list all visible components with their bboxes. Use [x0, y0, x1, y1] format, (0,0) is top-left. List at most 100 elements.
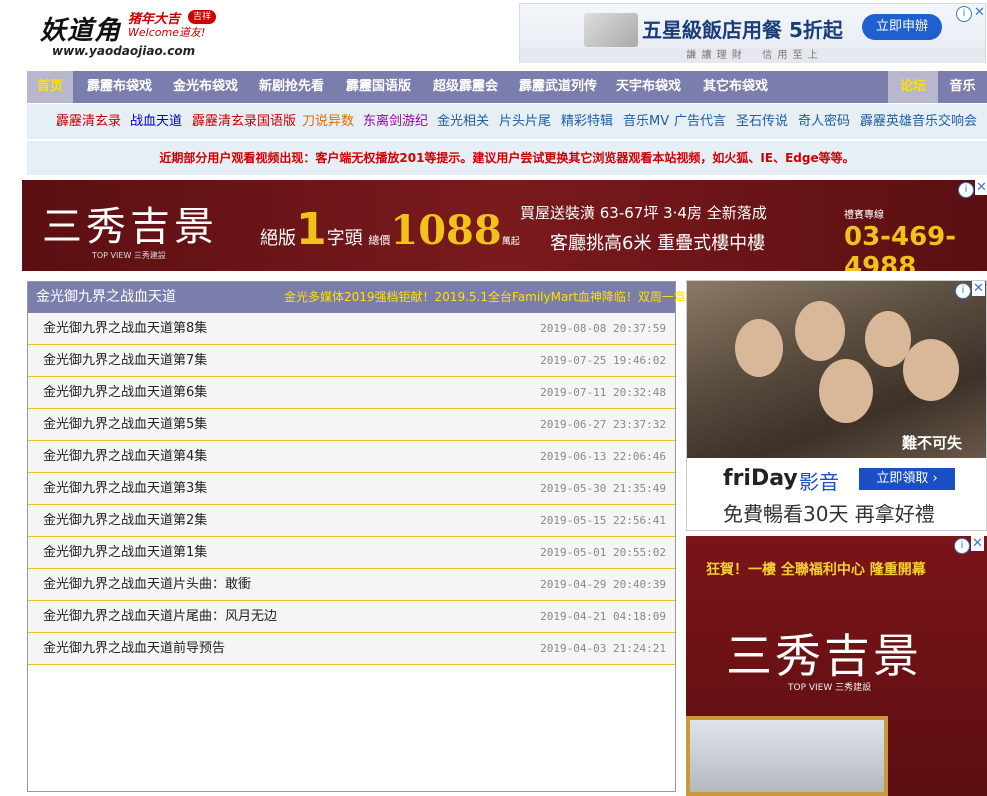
- episode-title-link[interactable]: 金光御九界之战血天道第2集: [43, 505, 207, 536]
- top-ad-apply-button[interactable]: 立即申辦: [862, 14, 942, 40]
- actor-face: [819, 359, 873, 423]
- list-item[interactable]: 金光御九界之战血天道前导预告 2019-04-03 21:24:21: [28, 633, 675, 665]
- top-ad-text: 五星級飯店用餐 5折起: [642, 18, 843, 42]
- subnav-item[interactable]: 霹靂清玄录: [56, 104, 121, 139]
- ad-info-icon[interactable]: i: [954, 538, 970, 554]
- nav-item-new-drama[interactable]: 新剧抢先看: [259, 71, 324, 103]
- episode-rows: 金光御九界之战血天道第8集 2019-08-08 20:37:59 金光御九界之战血…: [28, 313, 675, 665]
- banner-mid-after: 字頭: [326, 228, 363, 249]
- top-banner-ad[interactable]: 五星級飯店用餐 5折起 立即申辦 謙 讓 理 財 信 用 至 上 i ✕: [519, 3, 986, 63]
- ad-close-icon[interactable]: ✕: [974, 5, 985, 20]
- site-logo[interactable]: 妖道角 猪年大吉 吉祥 Welcome道友! www.yaodaojiao.co…: [40, 8, 240, 64]
- subnav-item[interactable]: 精彩特辑: [561, 104, 613, 139]
- subnav-item[interactable]: 圣石传说: [736, 104, 788, 139]
- friday-logo: friDay: [723, 466, 798, 491]
- list-item[interactable]: 金光御九界之战血天道片头曲：敢衝 2019-04-29 20:40:39: [28, 569, 675, 601]
- episode-title-link[interactable]: 金光御九界之战血天道前导预告: [43, 633, 225, 664]
- episode-title-link[interactable]: 金光御九界之战血天道第4集: [43, 441, 207, 472]
- list-item[interactable]: 金光御九界之战血天道片尾曲：风月无边 2019-04-21 04:18:09: [28, 601, 675, 633]
- episode-title-link[interactable]: 金光御九界之战血天道第3集: [43, 473, 207, 504]
- ad-info-icon[interactable]: i: [956, 6, 972, 22]
- banner-price: 1088: [390, 207, 502, 254]
- ad1-claim-button[interactable]: 立即領取 ›: [859, 468, 955, 490]
- logo-url: www.yaodaojiao.com: [52, 44, 196, 58]
- list-item[interactable]: 金光御九界之战血天道第3集 2019-05-30 21:35:49: [28, 473, 675, 505]
- banner-title: 三秀吉景: [42, 204, 218, 250]
- episode-title-link[interactable]: 金光御九界之战血天道片头曲：敢衝: [43, 569, 251, 600]
- episode-date: 2019-04-29 20:40:39: [540, 578, 666, 591]
- subnav-item[interactable]: 东离剑游纪: [363, 104, 428, 139]
- nav-item-pili-mandarin[interactable]: 霹靂国语版: [346, 71, 411, 103]
- actor-face: [903, 339, 959, 401]
- logo-name: 妖道角: [40, 16, 122, 46]
- list-title[interactable]: 金光御九界之战血天道: [36, 282, 176, 313]
- banner-line-2: 客廳挑高6米 重疊式樓中樓: [550, 233, 766, 254]
- episode-title-link[interactable]: 金光御九界之战血天道第8集: [43, 313, 207, 344]
- subnav-item[interactable]: 刀说异数: [302, 104, 354, 139]
- subnav-item[interactable]: 片头片尾: [499, 104, 551, 139]
- episode-list-panel: 金光御九界之战血天道 金光多媒体2019强档钜献！2019.5.1全台Famil…: [27, 281, 686, 792]
- episode-date: 2019-07-11 20:32:48: [540, 386, 666, 399]
- list-item[interactable]: 金光御九界之战血天道第1集 2019-05-01 20:55:02: [28, 537, 675, 569]
- list-item[interactable]: 金光御九界之战血天道第4集 2019-06-13 22:06:46: [28, 441, 675, 473]
- subnav-item[interactable]: 霹靂英雄音乐交响会: [860, 104, 977, 139]
- subnav-item[interactable]: 音乐MV: [623, 104, 669, 139]
- list-item[interactable]: 金光御九界之战血天道第6集 2019-07-11 20:32:48: [28, 377, 675, 409]
- list-marquee: 金光多媒体2019强档钜献！2019.5.1全台FamilyMart血神降临！双…: [284, 290, 686, 304]
- episode-title-link[interactable]: 金光御九界之战血天道第1集: [43, 537, 207, 568]
- list-item[interactable]: 金光御九界之战血天道第7集 2019-07-25 19:46:02: [28, 345, 675, 377]
- building-image: [686, 716, 888, 796]
- ad-info-icon[interactable]: i: [958, 182, 974, 198]
- episode-date: 2019-05-30 21:35:49: [540, 482, 666, 495]
- subnav-item[interactable]: 金光相关: [437, 104, 489, 139]
- list-item[interactable]: 金光御九界之战血天道第8集 2019-08-08 20:37:59: [28, 313, 675, 345]
- episode-date: 2019-06-27 23:37:32: [540, 418, 666, 431]
- subnav-item[interactable]: 广告代言: [674, 104, 726, 139]
- nav-item-super-pili[interactable]: 超级霹靂会: [433, 71, 498, 103]
- nav-item-forum[interactable]: 论坛: [888, 71, 938, 103]
- nav-item-music[interactable]: 音乐: [938, 71, 987, 103]
- banner-price-block: 絕版1字頭 總價1088萬起: [260, 204, 520, 255]
- logo-badge: 吉祥: [188, 10, 216, 24]
- episode-title-link[interactable]: 金光御九界之战血天道第5集: [43, 409, 207, 440]
- ad1-tagline: 免費暢看30天 再拿好禮: [723, 502, 935, 526]
- episode-title-link[interactable]: 金光御九界之战血天道第6集: [43, 377, 207, 408]
- nav-item-jinguang[interactable]: 金光布袋戏: [173, 71, 238, 103]
- ad-close-icon[interactable]: ✕: [975, 180, 987, 195]
- browser-notice: 近期部分用户观看视频出现：客户端无权播放201等提示。建议用户尝试更换其它浏览器…: [27, 141, 987, 175]
- subnav-item[interactable]: 霹靂清玄录国语版: [192, 104, 296, 139]
- subnav-item[interactable]: 奇人密码: [798, 104, 850, 139]
- subnav-item[interactable]: 战血天道: [130, 104, 182, 139]
- ad1-footer: friDay 影音 立即領取 › 免費暢看30天 再拿好禮: [687, 458, 986, 530]
- nav-item-tianyu[interactable]: 天宇布袋戏: [616, 71, 681, 103]
- top-ad-subline: 謙 讓 理 財 信 用 至 上: [520, 48, 985, 63]
- banner-mid-pre: 絕版: [260, 228, 296, 249]
- ad-close-icon[interactable]: ✕: [971, 536, 984, 551]
- friday-video-ad[interactable]: 難不可失 friDay 影音 立即領取 › 免費暢看30天 再拿好禮 i ✕: [686, 280, 987, 531]
- episode-date: 2019-04-03 21:24:21: [540, 642, 666, 655]
- list-header: 金光御九界之战血天道 金光多媒体2019强档钜献！2019.5.1全台Famil…: [28, 282, 686, 313]
- list-item[interactable]: 金光御九界之战血天道第5集 2019-06-27 23:37:32: [28, 409, 675, 441]
- main-nav: 首页 霹靂布袋戏 金光布袋戏 新剧抢先看 霹靂国语版 超级霹靂会 霹靂武道列传 …: [27, 71, 987, 103]
- episode-date: 2019-07-25 19:46:02: [540, 354, 666, 367]
- nav-item-pili-wudao[interactable]: 霹靂武道列传: [519, 71, 597, 103]
- banner-mid-num: 1: [296, 204, 327, 255]
- ad2-sub: TOP VIEW 三秀建設: [788, 683, 872, 693]
- real-estate-side-ad[interactable]: 狂賀！一樓 全聯福利中心 隆重開幕 三秀吉景 TOP VIEW 三秀建設 i ✕: [686, 536, 987, 796]
- episode-date: 2019-05-15 22:56:41: [540, 514, 666, 527]
- banner-price-label: 總價: [368, 234, 391, 247]
- ad-info-icon[interactable]: i: [955, 283, 971, 299]
- nav-item-pili[interactable]: 霹靂布袋戏: [87, 71, 152, 103]
- actor-face: [795, 301, 845, 361]
- nav-item-other[interactable]: 其它布袋戏: [703, 71, 768, 103]
- list-item[interactable]: 金光御九界之战血天道第2集 2019-05-15 22:56:41: [28, 505, 675, 537]
- nav-item-home[interactable]: 首页: [27, 71, 73, 103]
- episode-date: 2019-04-21 04:18:09: [540, 610, 666, 623]
- ad-close-icon[interactable]: ✕: [972, 281, 985, 296]
- friday-logo-cn: 影音: [799, 470, 839, 494]
- ad1-caption: 難不可失: [902, 434, 963, 452]
- episode-title-link[interactable]: 金光御九界之战血天道第7集: [43, 345, 207, 376]
- real-estate-banner-ad[interactable]: 三秀吉景 TOP VIEW 三秀建設 絕版1字頭 總價1088萬起 買屋送裝潢 …: [22, 180, 987, 271]
- banner-price-unit: 萬起: [501, 237, 520, 247]
- episode-title-link[interactable]: 金光御九界之战血天道片尾曲：风月无边: [43, 601, 277, 632]
